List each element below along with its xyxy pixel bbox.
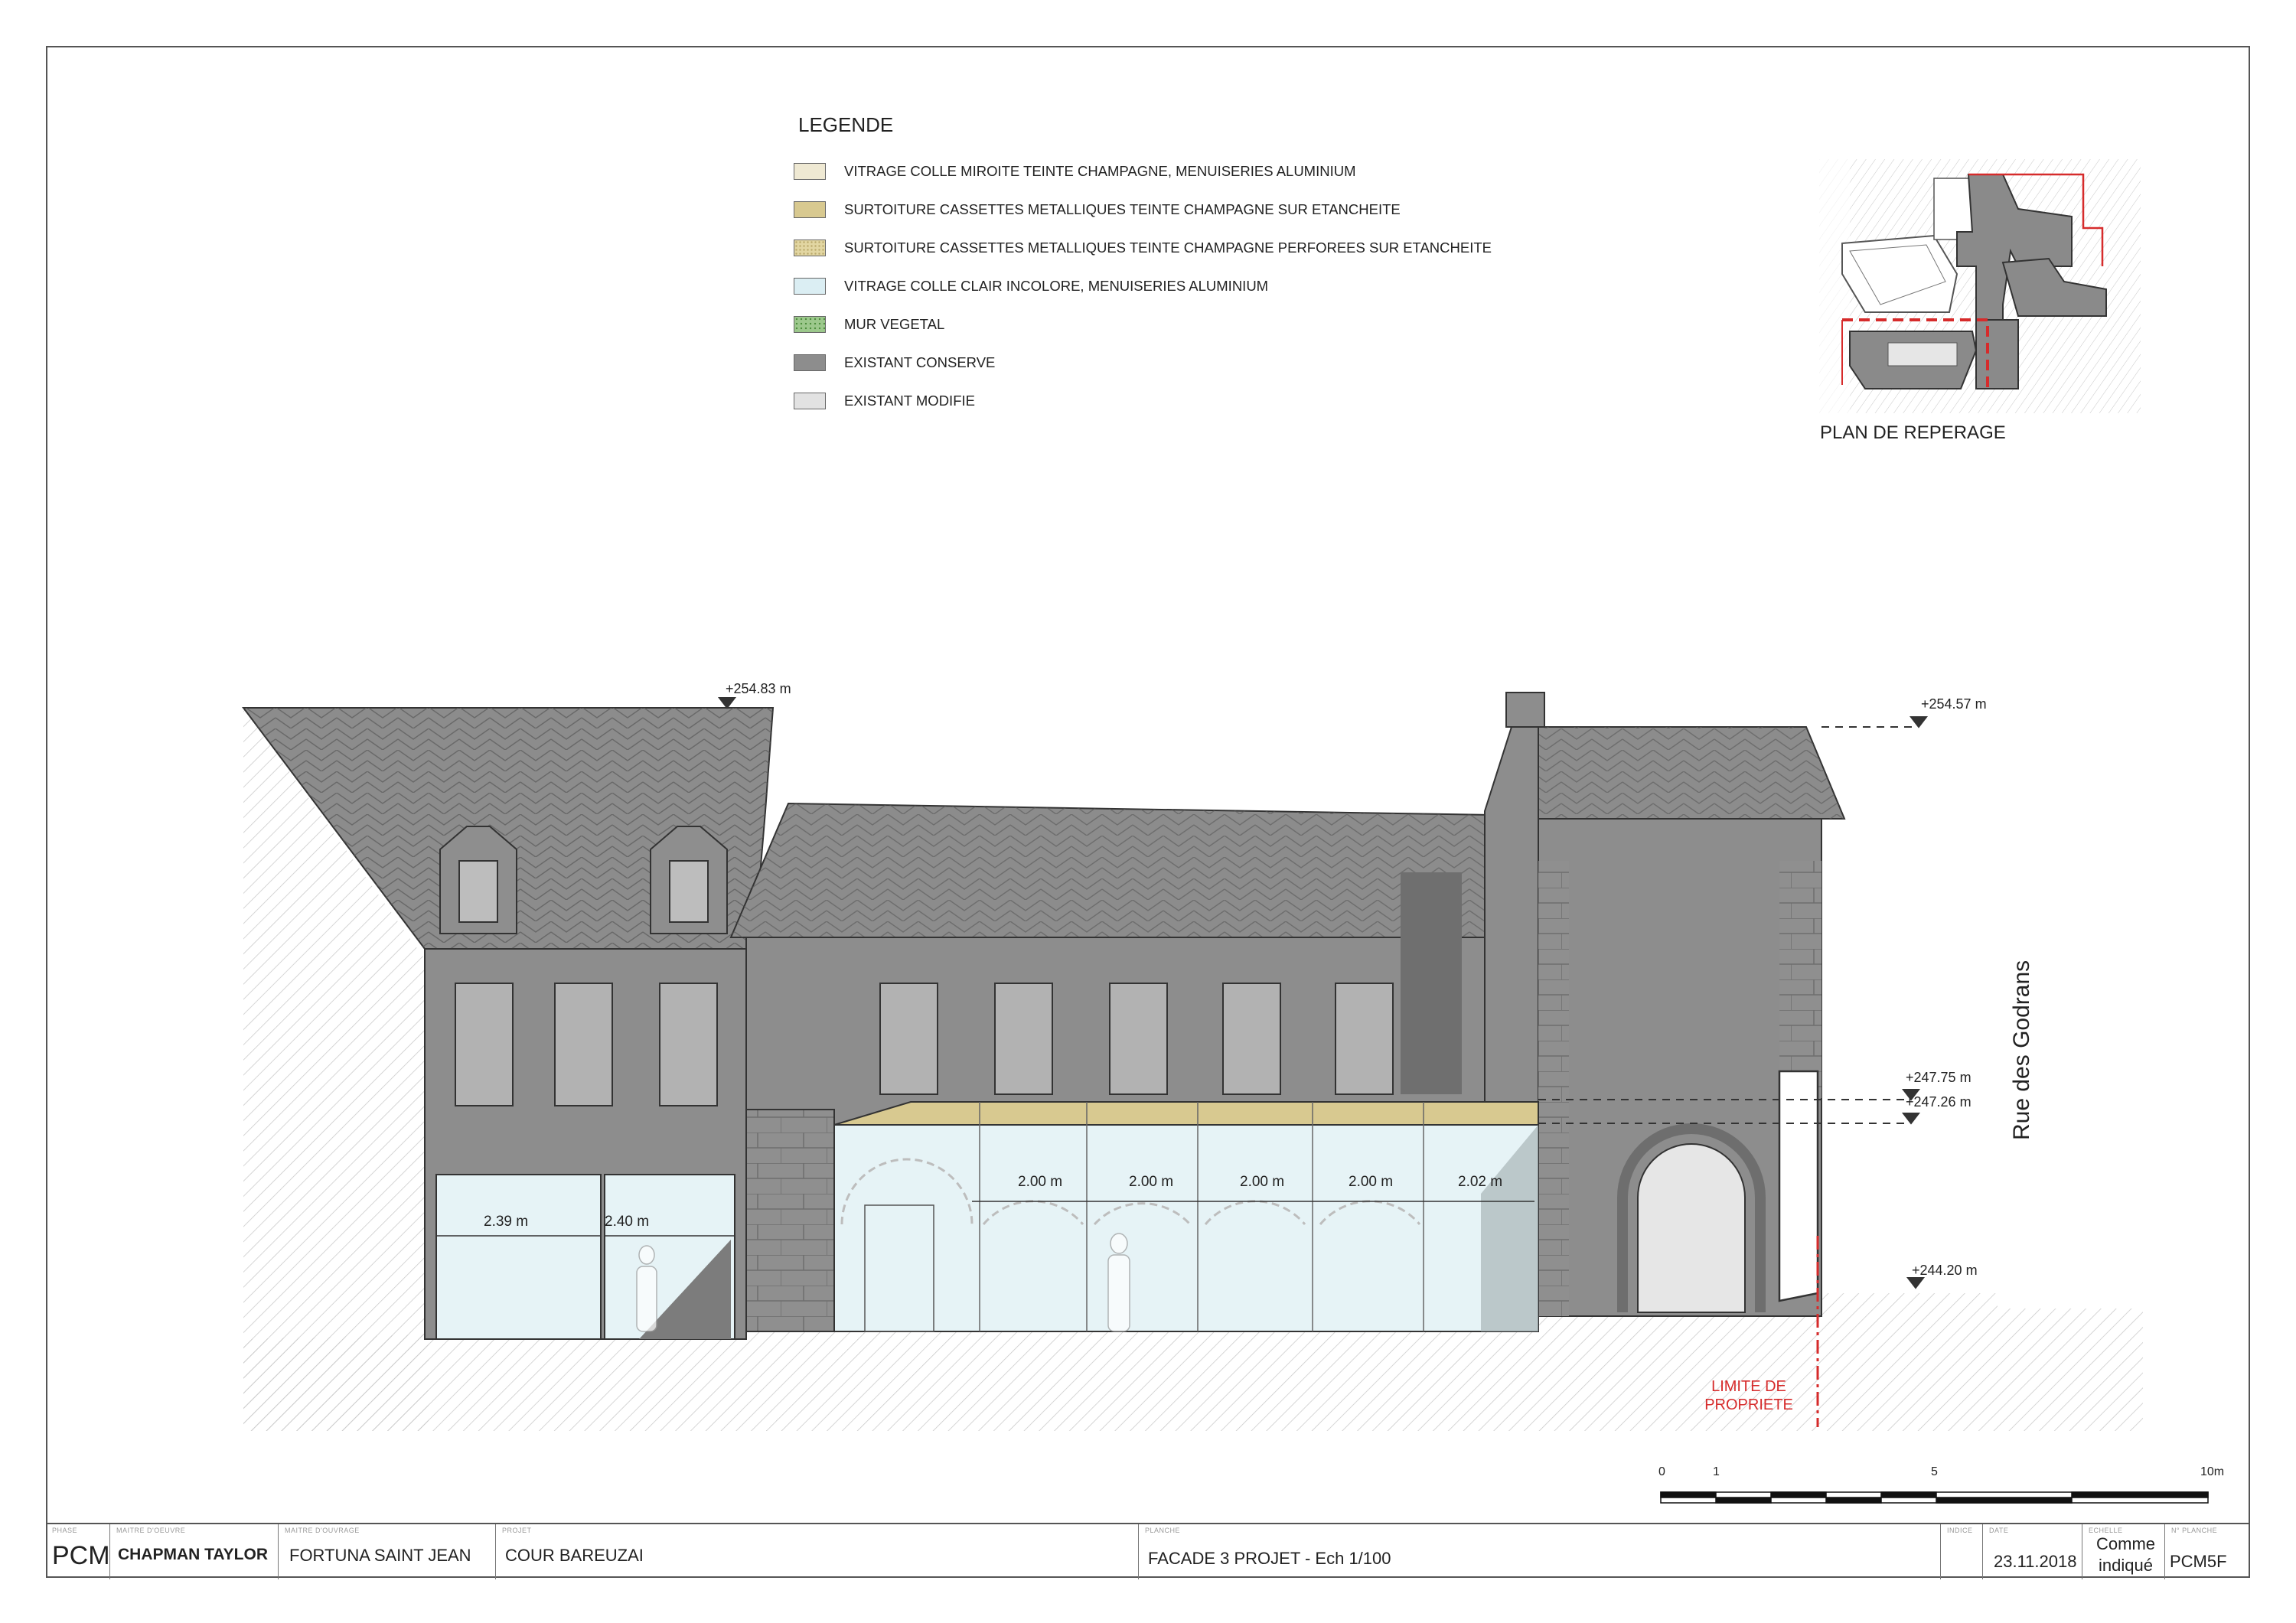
street-name: Rue des Godrans — [2009, 960, 2034, 1140]
title-block: PHASE PCM MAITRE D'OEUVRE CHAPMAN TAYLOR… — [46, 1523, 2250, 1579]
tb-moe: MAITRE D'OEUVRE CHAPMAN TAYLOR — [110, 1524, 279, 1579]
scale-bar — [1660, 1491, 2209, 1504]
tb-number: N° PLANCHE PCM5F — [2170, 1527, 2227, 1571]
tb-date: DATE 23.11.2018 — [1983, 1524, 2082, 1579]
scale-label: 1 — [1713, 1465, 1720, 1478]
tb-mo: MAITRE D'OUVRAGE FORTUNA SAINT JEAN — [279, 1524, 496, 1579]
scale-label: 10m — [2200, 1465, 2225, 1478]
level-254-83: +254.83 m — [726, 681, 791, 696]
tb-planche: PLANCHE FACADE 3 PROJET - Ech 1/100 — [1139, 1524, 1941, 1579]
windows-left — [455, 983, 718, 1106]
level-247-75: +247.75 m — [1906, 1070, 1971, 1085]
scale-label: 0 — [1658, 1465, 1665, 1478]
dim-label: 2.02 m — [1458, 1174, 1503, 1190]
tb-indice: INDICE — [1941, 1524, 1983, 1579]
shaft — [1401, 872, 1462, 1094]
dim-label: 2.00 m — [1240, 1174, 1285, 1190]
dim-label: 2.40 m — [605, 1214, 650, 1230]
dormer-right — [650, 826, 728, 934]
extension-roof — [833, 1101, 1539, 1126]
dim-label: 2.39 m — [484, 1214, 529, 1230]
dim-label: 2.00 m — [1129, 1174, 1174, 1190]
scale-label: 5 — [1931, 1465, 1938, 1478]
left-arcade — [435, 1174, 735, 1340]
tb-phase: PHASE PCM — [46, 1524, 110, 1579]
boundary-wall — [1778, 1070, 1819, 1302]
facade-elevation — [241, 692, 2209, 1504]
property-limit-label: LIMITE DE PROPRIETE — [1704, 1378, 1793, 1413]
dim-label: 2.00 m — [1349, 1174, 1394, 1190]
level-244-20: +244.20 m — [1912, 1263, 1978, 1278]
chimney — [1505, 692, 1545, 728]
level-254-57: +254.57 m — [1921, 696, 1987, 712]
tb-projet: PROJET COUR BAREUZAI — [496, 1524, 1139, 1579]
level-247-26: +247.26 m — [1906, 1094, 1971, 1110]
dim-label: 2.00 m — [1018, 1174, 1063, 1190]
arched-door — [1637, 1143, 1746, 1313]
tb-echelle: ECHELLE Comme indiqué — [2082, 1524, 2165, 1579]
dormer-left — [439, 826, 517, 934]
glazed-extension — [833, 1124, 1539, 1332]
